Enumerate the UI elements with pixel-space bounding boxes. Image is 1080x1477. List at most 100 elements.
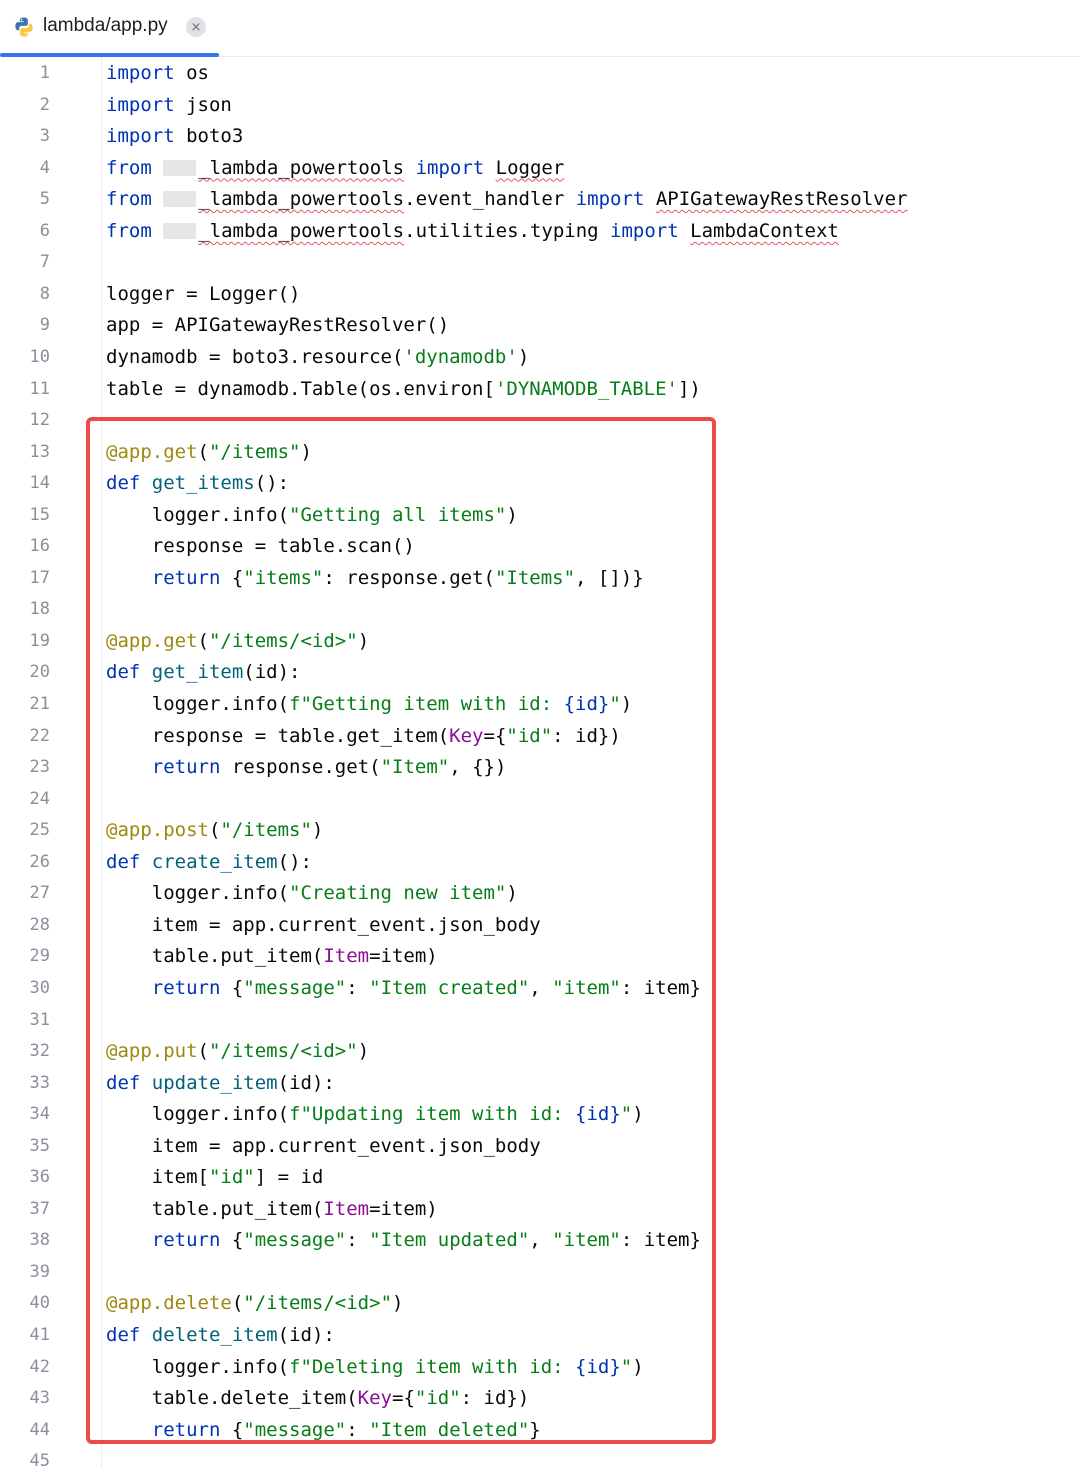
code-line[interactable]: 45 xyxy=(0,1446,1080,1477)
code-token: import xyxy=(415,156,485,179)
code-token: from xyxy=(106,188,152,211)
redacted-text xyxy=(163,191,197,208)
code-token: from xyxy=(106,219,152,242)
line-number: 41 xyxy=(29,1325,50,1345)
line-number: 13 xyxy=(29,441,50,462)
code-line[interactable]: 1 import os xyxy=(0,58,1080,89)
code-token: _lambda_powertools xyxy=(198,156,405,179)
line-number: 37 xyxy=(29,1198,50,1219)
code-token: from xyxy=(106,156,152,179)
line-number: 27 xyxy=(29,883,50,904)
code-line[interactable]: 4 from _lambda_powertools import Logger xyxy=(0,153,1080,184)
code-token: 'DYNAMODB_TABLE' xyxy=(494,377,678,400)
line-number: 16 xyxy=(29,536,50,557)
code-text: from _lambda_powertools.event_handler im… xyxy=(106,184,907,215)
line-number: 2 xyxy=(39,94,50,115)
code-token: Logger xyxy=(495,156,565,179)
line-number: 31 xyxy=(29,1009,50,1030)
redacted-text xyxy=(163,222,197,239)
code-token: import xyxy=(575,188,645,211)
code-token: import xyxy=(106,125,175,148)
code-text: logger = Logger() xyxy=(106,279,300,310)
line-number: 40 xyxy=(29,1293,50,1314)
line-number: 36 xyxy=(29,1167,50,1188)
line-number: 38 xyxy=(29,1230,50,1251)
editor-tab-bar: lambda/app.py × xyxy=(0,0,1080,57)
close-icon[interactable]: × xyxy=(186,17,206,37)
code-line[interactable]: 6 from _lambda_powertools.utilities.typin… xyxy=(0,216,1080,247)
line-number: 30 xyxy=(29,977,50,998)
code-token: 'dynamodb' xyxy=(403,345,518,368)
line-number: 15 xyxy=(29,504,50,525)
code-token: os xyxy=(174,62,209,84)
tab-label: lambda/app.py xyxy=(43,15,168,36)
code-token: logger = Logger() xyxy=(106,282,301,305)
code-text: table = dynamodb.Table(os.environ['DYNAM… xyxy=(106,374,701,405)
code-token: .utilities.typing xyxy=(404,219,611,242)
line-number: 4 xyxy=(39,157,50,178)
code-token: boto3 xyxy=(174,125,244,148)
line-number: 6 xyxy=(39,220,50,241)
code-line[interactable]: 5 from _lambda_powertools.event_handler i… xyxy=(0,184,1080,215)
line-number: 29 xyxy=(29,946,50,967)
code-token: ) xyxy=(517,345,530,368)
line-number: 3 xyxy=(39,126,50,147)
line-number: 18 xyxy=(29,599,50,620)
line-number: 19 xyxy=(29,630,50,651)
code-text: app = APIGatewayRestResolver() xyxy=(106,310,449,341)
redacted-text xyxy=(163,159,197,176)
code-line[interactable]: 3 import boto3 xyxy=(0,121,1080,152)
line-number: 12 xyxy=(29,410,50,431)
code-text: from _lambda_powertools.utilities.typing… xyxy=(106,216,839,247)
line-number: 45 xyxy=(29,1451,50,1472)
code-token: import xyxy=(610,219,679,242)
line-number: 44 xyxy=(29,1419,50,1440)
code-token: ]) xyxy=(677,377,701,400)
line-number: 9 xyxy=(39,315,50,336)
line-number: 21 xyxy=(29,694,50,714)
line-number: 17 xyxy=(29,567,50,588)
code-token: _lambda_powertools xyxy=(198,188,405,211)
line-number: 5 xyxy=(39,189,50,210)
line-number: 35 xyxy=(29,1135,50,1156)
line-number: 10 xyxy=(29,346,50,367)
code-token: .event_handler xyxy=(404,188,576,211)
line-number: 14 xyxy=(29,473,50,494)
code-text: import os xyxy=(106,58,209,89)
python-icon xyxy=(15,17,33,37)
code-token: APIGatewayRestResolver xyxy=(655,188,908,211)
code-line[interactable]: 10 dynamodb = boto3.resource('dynamodb') xyxy=(0,342,1080,373)
line-number: 42 xyxy=(29,1356,50,1377)
code-token: dynamodb = boto3.resource( xyxy=(106,345,404,368)
code-token: import xyxy=(106,93,175,116)
line-number: 25 xyxy=(29,820,50,841)
code-line[interactable]: 11 table = dynamodb.Table(os.environ['DYN… xyxy=(0,374,1080,405)
code-text: dynamodb = boto3.resource('dynamodb') xyxy=(106,342,529,373)
tab-app-py[interactable]: lambda/app.py × xyxy=(0,0,219,57)
line-number: 22 xyxy=(29,725,50,746)
code-token: app = APIGatewayRestResolver() xyxy=(106,314,450,337)
line-number: 7 xyxy=(39,252,50,273)
line-number: 11 xyxy=(29,378,50,399)
line-number: 8 xyxy=(39,283,50,304)
code-line[interactable]: 2 import json xyxy=(0,90,1080,121)
code-line[interactable]: 7 xyxy=(0,247,1080,278)
highlight-annotation-box xyxy=(86,417,716,1444)
code-line[interactable]: 9 app = APIGatewayRestResolver() xyxy=(0,310,1080,341)
line-number: 28 xyxy=(29,914,50,935)
code-token: table = dynamodb.Table(os.environ[ xyxy=(106,377,495,400)
code-line[interactable]: 8 logger = Logger() xyxy=(0,279,1080,310)
code-token: import xyxy=(106,62,175,84)
code-text: import json xyxy=(106,90,232,121)
line-number: 24 xyxy=(29,788,50,809)
line-number: 43 xyxy=(29,1388,50,1409)
code-text: import boto3 xyxy=(106,121,243,152)
code-token: _lambda_powertools xyxy=(198,219,405,242)
line-number: 39 xyxy=(29,1261,50,1282)
